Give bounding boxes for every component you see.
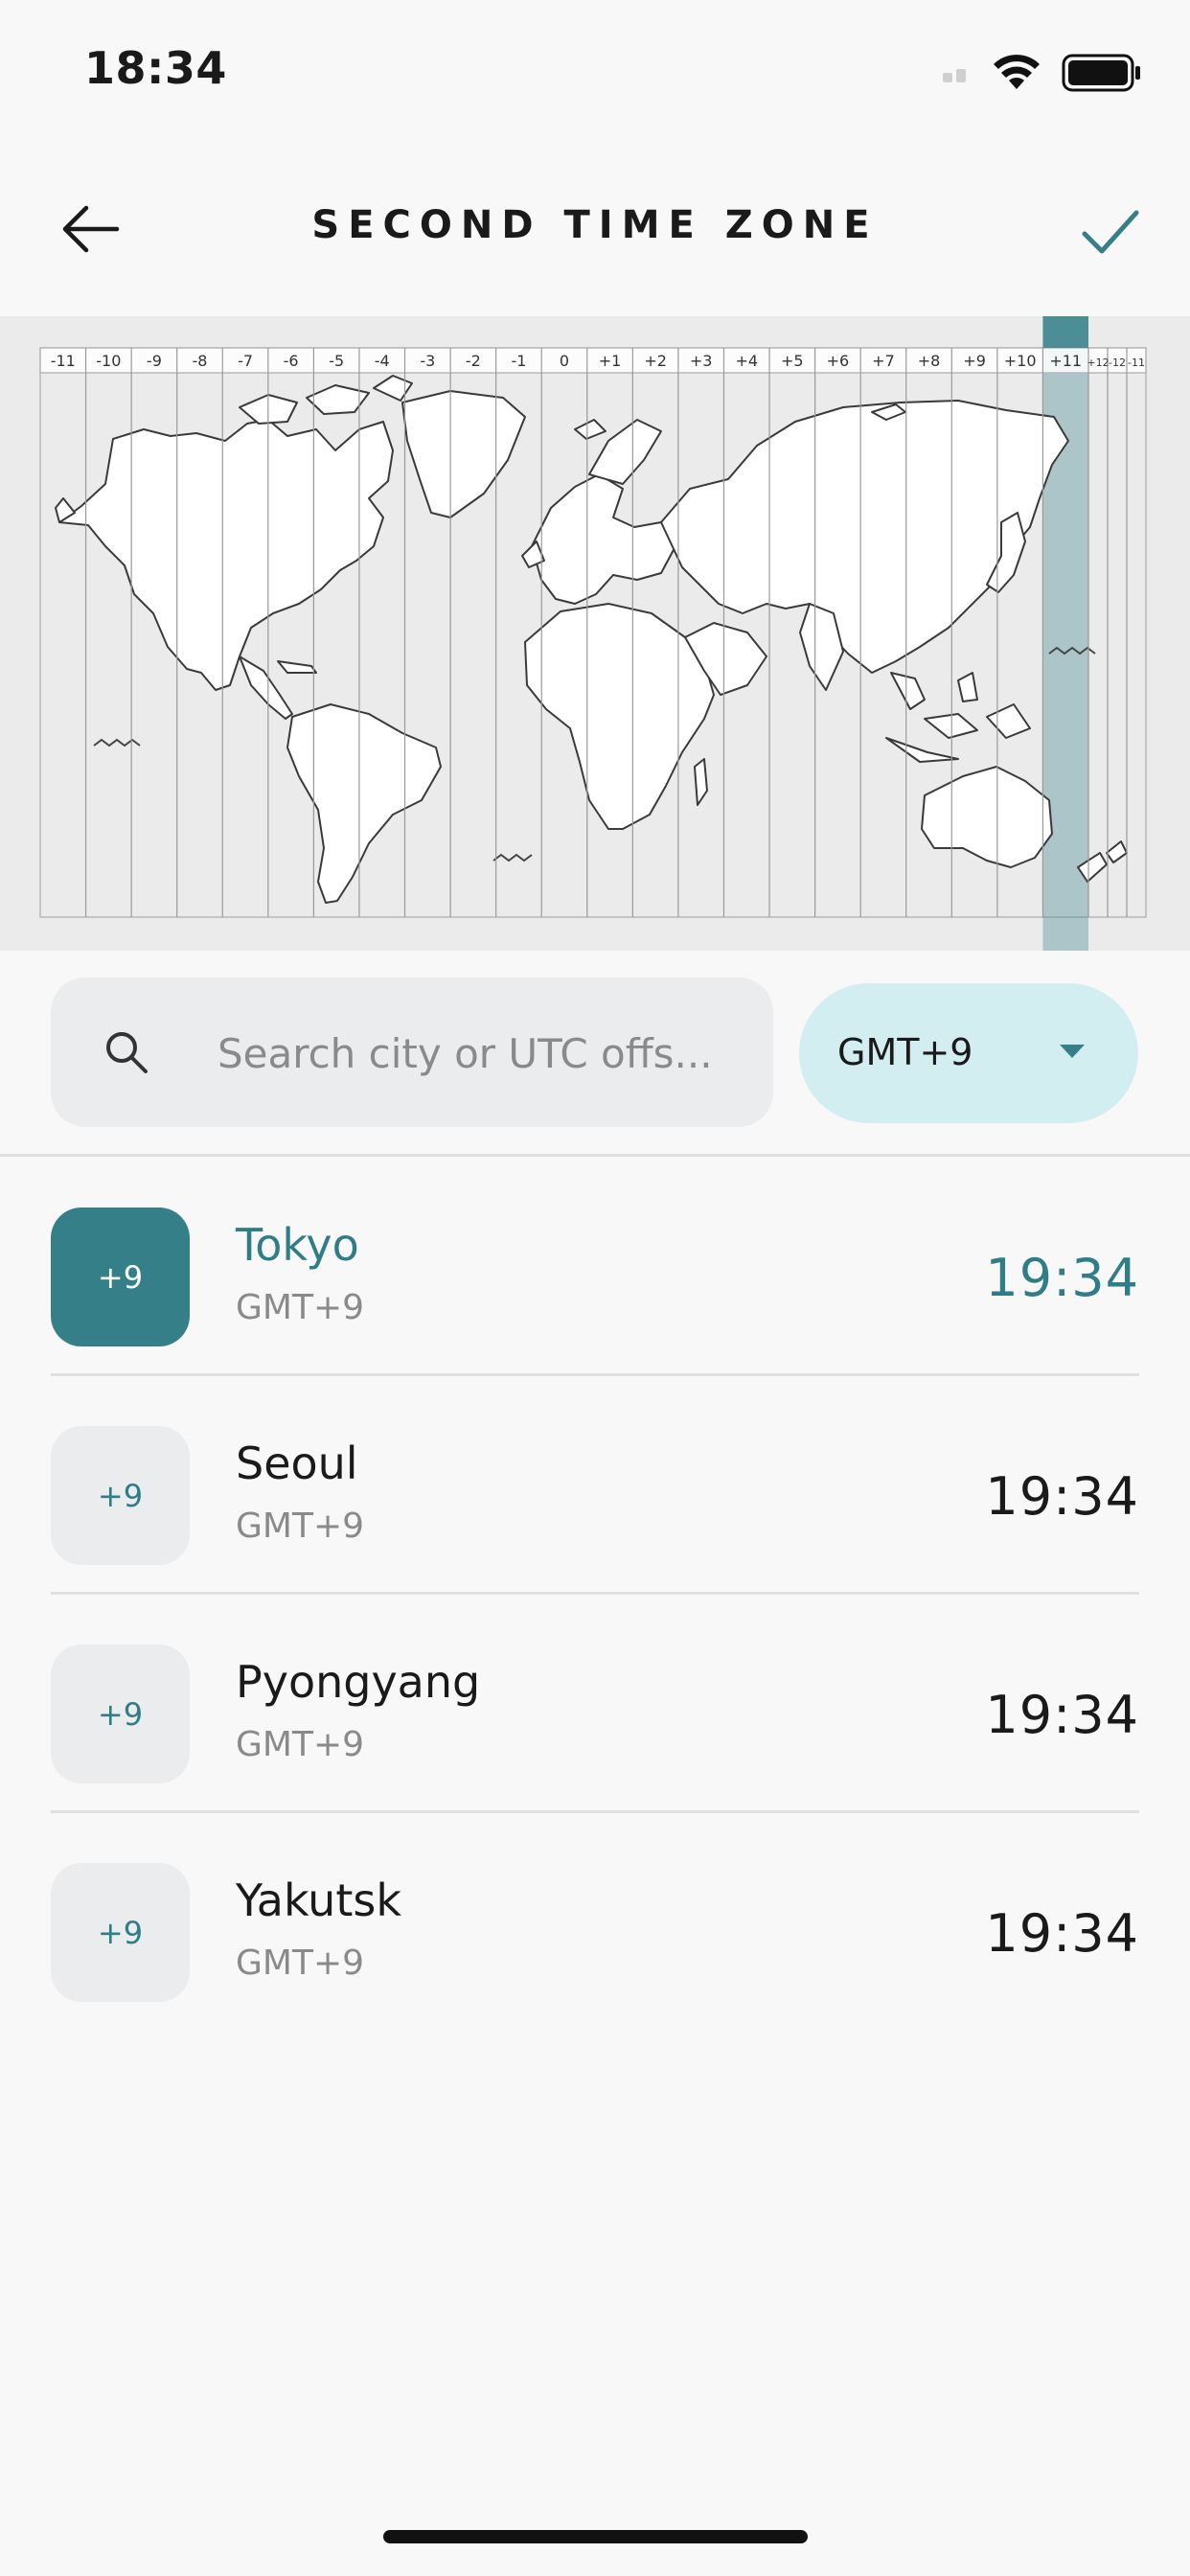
home-indicator	[383, 2530, 808, 2543]
zone-label: 0	[560, 352, 569, 370]
city-zone: GMT+9	[236, 1944, 365, 1983]
zone-label: +2	[644, 352, 667, 370]
zone-label: +11	[1049, 352, 1082, 370]
offset-badge: +9	[51, 1208, 190, 1346]
offset-badge: +9	[51, 1426, 190, 1565]
city-time: 19:34	[985, 1685, 1139, 1745]
chevron-down-icon	[1060, 1045, 1085, 1058]
zone-label: -8	[193, 352, 208, 370]
selected-zone-highlight	[1042, 316, 1088, 951]
timezone-dropdown-label: GMT+9	[837, 1031, 973, 1073]
zone-label: +10	[1004, 352, 1037, 370]
city-name: Tokyo	[236, 1219, 359, 1271]
zone-label: -10	[96, 352, 121, 370]
zone-label: +6	[827, 352, 850, 370]
city-zone: GMT+9	[236, 1288, 365, 1327]
checkmark-icon[interactable]	[1077, 197, 1144, 264]
page-title: SECOND TIME ZONE	[311, 203, 879, 247]
city-name: Yakutsk	[236, 1874, 401, 1926]
list-item-yakutsk[interactable]: +9 Yakutsk GMT+9 19:34	[0, 1813, 1190, 2032]
city-zone: GMT+9	[236, 1506, 365, 1546]
status-icons	[943, 54, 1142, 92]
city-time: 19:34	[985, 1248, 1139, 1308]
nav-bar: SECOND TIME ZONE	[0, 144, 1190, 316]
zone-label: +4	[735, 352, 758, 370]
divider	[0, 1154, 1190, 1157]
search-box[interactable]	[51, 978, 773, 1129]
zone-label: +12	[1087, 356, 1109, 369]
city-list: +9 Tokyo GMT+9 19:34 +9 Seoul GMT+9 19:3…	[0, 1158, 1190, 2032]
status-time: 18:34	[84, 42, 227, 94]
city-name: Seoul	[236, 1438, 358, 1489]
zone-label: -7	[238, 352, 253, 370]
zone-label: -1	[511, 352, 526, 370]
list-item-tokyo[interactable]: +9 Tokyo GMT+9 19:34	[0, 1158, 1190, 1376]
search-input[interactable]	[216, 978, 756, 1129]
zone-label: -11	[51, 352, 76, 370]
world-map[interactable]: -11 -10 -9 -8 -7 -6 -5 -4 -3 -2 -1 0 +1 +2 +3 +4 +5 +6 +7 +…	[0, 316, 1190, 951]
list-item-seoul[interactable]: +9 Seoul GMT+9 19:34	[0, 1376, 1190, 1595]
timezone-dropdown[interactable]: GMT+9	[799, 983, 1138, 1123]
offset-badge: +9	[51, 1644, 190, 1783]
city-name: Pyongyang	[236, 1656, 481, 1708]
city-time: 19:34	[985, 1903, 1139, 1964]
city-time: 19:34	[985, 1466, 1139, 1527]
selected-zone-cap	[1042, 316, 1088, 348]
status-bar: 18:34	[0, 0, 1190, 144]
zone-label: +8	[918, 352, 941, 370]
zone-label: -12	[1109, 356, 1126, 369]
battery-icon	[1062, 54, 1140, 92]
zone-label: +5	[781, 352, 804, 370]
zone-label: -9	[147, 352, 162, 370]
offset-badge: +9	[51, 1863, 190, 2002]
city-zone: GMT+9	[236, 1725, 365, 1764]
zone-label: +7	[872, 352, 895, 370]
zone-label: -6	[284, 352, 299, 370]
list-item-pyongyang[interactable]: +9 Pyongyang GMT+9 19:34	[0, 1595, 1190, 1813]
zone-label: -2	[466, 352, 481, 370]
zone-label: -4	[375, 352, 390, 370]
zone-label: -11	[1128, 356, 1145, 369]
search-icon	[106, 1032, 148, 1073]
zone-label: +3	[690, 352, 713, 370]
wifi-icon	[994, 55, 1040, 89]
zone-label: -3	[420, 352, 435, 370]
zone-label: -5	[329, 352, 344, 370]
zone-label: +9	[963, 352, 986, 370]
timezone-map[interactable]: -11 -10 -9 -8 -7 -6 -5 -4 -3 -2 -1 0 +1 +2 +3 +4 +5 +6 +7 +…	[0, 316, 1190, 951]
zone-label: +1	[599, 352, 622, 370]
cellular-signal-icon	[943, 69, 966, 82]
